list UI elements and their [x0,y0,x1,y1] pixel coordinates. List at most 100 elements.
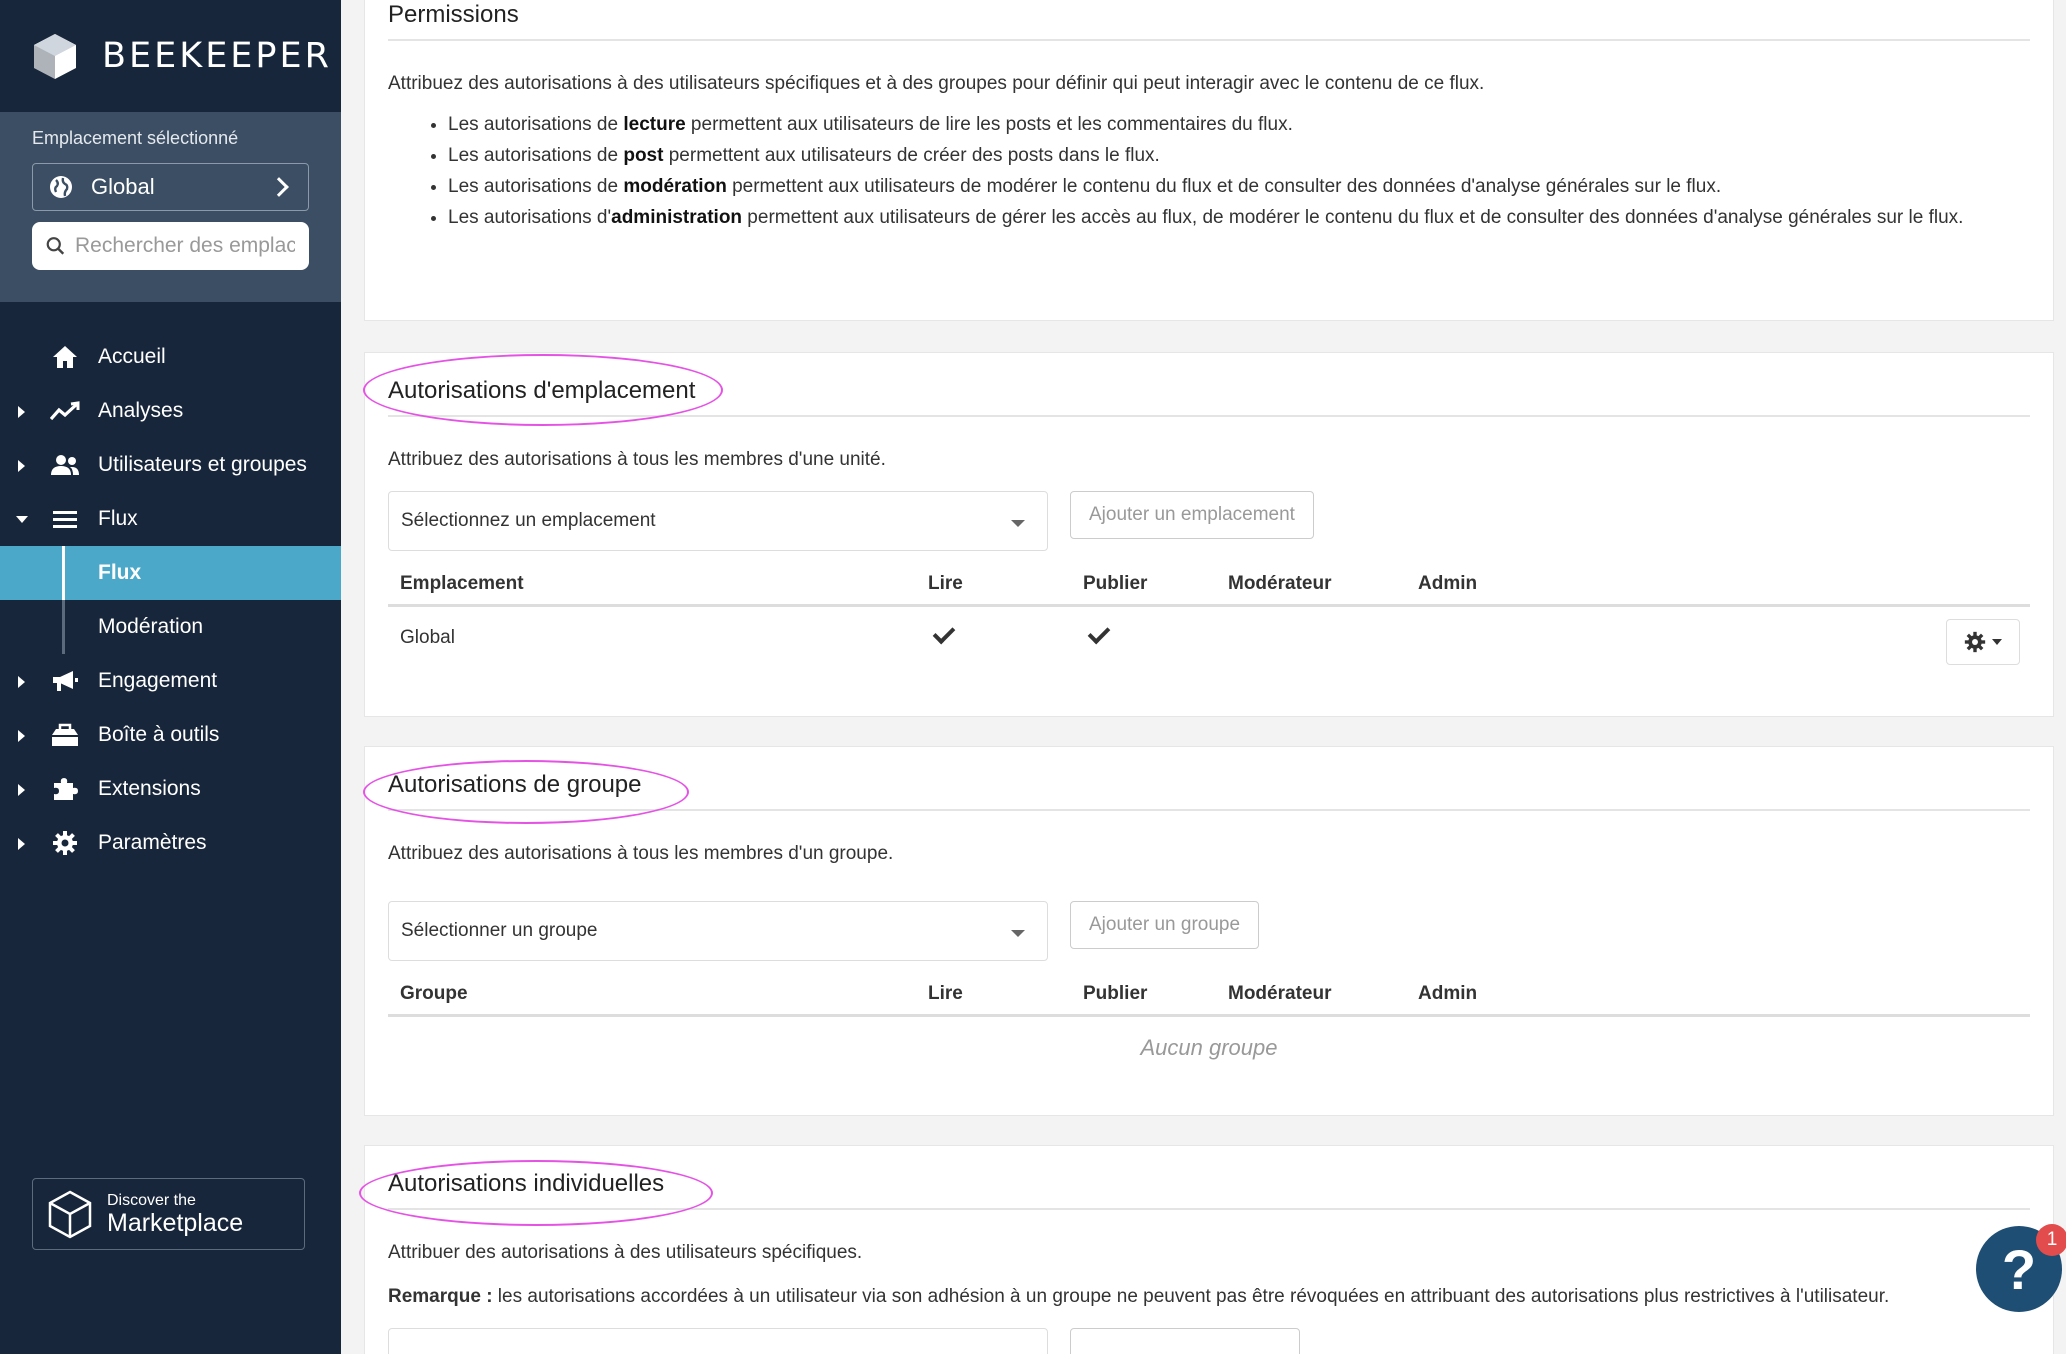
col-admin[interactable]: Admin [1418,573,1568,595]
group-table: Groupe Lire Publier Modérateur Admin Auc… [388,973,2030,1061]
col-emplacement[interactable]: Emplacement [388,573,928,595]
chevron-right-icon [269,177,289,197]
nav-label: Flux [98,507,138,530]
group-select[interactable]: Sélectionner un groupe [388,901,1048,961]
users-icon [50,450,80,480]
sidebar: BEEKEEPER Emplacement sélectionné Global… [0,0,341,1354]
nav-label: Modération [98,615,204,638]
cube-icon [48,1190,92,1239]
menu-icon [50,504,80,534]
location-search-input[interactable] [75,234,295,258]
add-location-button[interactable]: Ajouter un emplacement [1070,491,1314,539]
permission-item-post: Les autorisations de post permettent aux… [448,140,2030,171]
nav-item-users-groups[interactable]: Utilisateurs et groupes [0,438,341,492]
home-icon [50,342,80,372]
location-search[interactable] [32,222,309,270]
caret-right-icon [18,730,25,742]
col-groupe[interactable]: Groupe [388,983,928,1005]
globe-icon [50,176,72,198]
marketplace-button[interactable]: Discover the Marketplace [32,1178,305,1250]
group-select-placeholder: Sélectionner un groupe [401,920,598,941]
check-icon [1087,621,1111,645]
location-selector[interactable]: Global [32,163,309,211]
notification-badge: 1 [2036,1224,2066,1256]
marketplace-small: Discover the [107,1191,196,1209]
caret-down-icon [1011,520,1025,527]
caret-right-icon [18,838,25,850]
beekeeper-logo-icon [34,34,76,79]
nav-item-flux[interactable]: Flux [0,492,341,546]
nav-item-accueil[interactable]: Accueil [0,330,341,384]
nav-sub-flux[interactable]: Flux [0,546,341,600]
location-permissions-desc: Attribuez des autorisations à tous les m… [388,449,886,470]
brand[interactable]: BEEKEEPER [0,0,341,112]
caret-down-icon [1992,639,2002,645]
chart-line-icon [50,396,80,426]
individual-permissions-card: Autorisations individuelles Attribuer de… [364,1145,2054,1354]
nav-sub-moderation[interactable]: Modération [0,600,341,654]
nav-sub-indicator [62,600,65,654]
permission-item-admin: Les autorisations d'administration perme… [448,202,2030,233]
location-select-placeholder: Sélectionnez un emplacement [401,510,656,531]
caret-right-icon [18,406,25,418]
location-select[interactable]: Sélectionnez un emplacement [388,491,1048,551]
nav-sub-indicator [62,546,65,600]
permissions-card: Permissions Attribuez des autorisations … [364,0,2054,321]
nav-label: Paramètres [98,831,207,854]
col-moderateur[interactable]: Modérateur [1228,983,1418,1005]
table-row: Global [388,607,2030,669]
nav-item-settings[interactable]: Paramètres [0,816,341,870]
gear-icon [50,828,80,858]
brand-name: BEEKEEPER [102,36,332,76]
main-content: Permissions Attribuez des autorisations … [341,0,2066,1354]
individual-permissions-title: Autorisations individuelles [388,1170,2030,1210]
permission-item-read: Les autorisations de lecture permettent … [448,109,2030,140]
caret-down-icon [1011,930,1025,937]
row-settings-button[interactable] [1946,619,2020,665]
nav-item-extensions[interactable]: Extensions [0,762,341,816]
permissions-desc: Attribuez des autorisations à des utilis… [388,73,1485,94]
row-location-name: Global [400,627,455,648]
megaphone-icon [50,666,80,696]
caret-right-icon [18,676,25,688]
add-group-button[interactable]: Ajouter un groupe [1070,901,1260,949]
toolbox-icon [50,720,80,750]
nav-item-engagement[interactable]: Engagement [0,654,341,708]
table-header: Emplacement Lire Publier Modérateur Admi… [388,563,2030,607]
col-publier[interactable]: Publier [1083,983,1228,1005]
main-nav: Accueil Analyses Utilisateurs et groupes… [0,330,341,870]
location-table: Emplacement Lire Publier Modérateur Admi… [388,563,2030,669]
row-publish-cell [1083,621,1228,649]
add-user-button[interactable] [1070,1328,1300,1354]
gear-icon [1964,631,1986,653]
note-label: Remarque : [388,1286,493,1307]
nav-label: Utilisateurs et groupes [98,453,307,476]
nav-label: Extensions [98,777,201,800]
col-lire[interactable]: Lire [928,573,1083,595]
individual-permissions-desc: Attribuer des autorisations à des utilis… [388,1242,863,1263]
individual-permissions-note: Remarque : les autorisations accordées à… [388,1286,2030,1308]
permissions-list: Les autorisations de lecture permettent … [388,109,2030,233]
nav-item-analyses[interactable]: Analyses [0,384,341,438]
individual-select[interactable] [388,1328,1048,1354]
permission-item-moderation: Les autorisations de modération permette… [448,171,2030,202]
location-permissions-title: Autorisations d'emplacement [388,377,2030,417]
row-read-cell [928,621,1083,649]
caret-right-icon [18,784,25,796]
search-icon [46,237,65,255]
marketplace-big: Marketplace [107,1208,244,1237]
puzzle-icon [50,774,80,804]
group-permissions-card: Autorisations de groupe Attribuez des au… [364,746,2054,1116]
col-publier[interactable]: Publier [1083,573,1228,595]
nav-label: Accueil [98,345,166,368]
location-form: Sélectionnez un emplacement Ajouter un e… [388,491,2030,551]
group-permissions-desc: Attribuez des autorisations à tous les m… [388,843,894,864]
col-admin[interactable]: Admin [1418,983,1568,1005]
location-selected: Global [91,174,155,199]
nav-label: Flux [98,561,142,584]
nav-item-toolbox[interactable]: Boîte à outils [0,708,341,762]
col-lire[interactable]: Lire [928,983,1083,1005]
group-form: Sélectionner un groupe Ajouter un groupe [388,901,2030,961]
col-moderateur[interactable]: Modérateur [1228,573,1418,595]
caret-right-icon [18,460,25,472]
